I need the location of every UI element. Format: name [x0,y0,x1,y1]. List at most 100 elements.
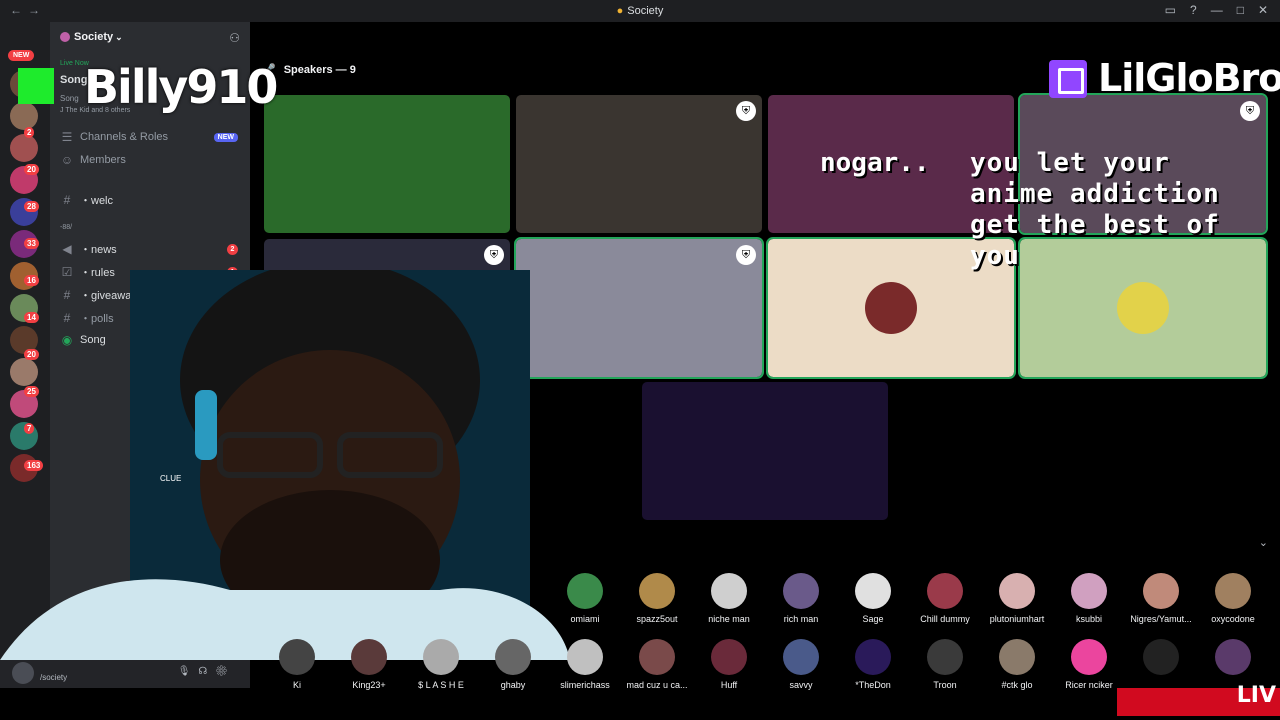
chevron-down-icon: ⌄ [115,32,123,42]
audience-name: *TheDon [855,680,891,690]
audience-member[interactable]: Ki [261,639,333,690]
user-panel: /society 🎙☊⚙ [0,660,250,688]
speaker-tile-1[interactable] [264,95,510,233]
channel-news[interactable]: ◀ ・news [60,241,116,257]
speaker-tile-9[interactable] [642,382,888,520]
window-controls: ▭ ? — □ ✕ [1165,3,1268,17]
webcam-image [0,260,570,660]
audience-name: Troon [933,680,957,690]
settings-gear-icon[interactable]: ⚙ [215,666,236,677]
help-icon[interactable]: ? [1190,3,1197,17]
audience-member[interactable]: #ctk glo [981,639,1053,690]
server-name-header[interactable]: Society ⌄ [60,31,123,43]
audience-avatar [1071,639,1107,675]
audience-name: Ki [292,680,301,690]
audience-avatar [639,639,675,675]
audience-avatar [1143,639,1179,675]
audience-avatar [279,639,315,675]
audience-avatar [999,573,1035,609]
channels-roles-item[interactable]: ☰ Channels & Roles [60,130,168,144]
speaker-tile-2[interactable]: ⛨ [516,95,762,233]
audience-member[interactable]: niche man [693,573,765,624]
audience-member[interactable]: slimerichass [549,639,621,690]
new-pill[interactable]: NEW [8,50,35,61]
audience-avatar [567,573,603,609]
audience-member[interactable]: *TheDon [837,639,909,690]
audience-member[interactable]: plutoniumhart [981,573,1053,624]
audience-member[interactable]: ksubbi [1053,573,1125,624]
audience-name: Ricer nciker [1065,680,1113,690]
channels-roles-icon: ☰ [61,130,73,144]
audience-avatar [783,639,819,675]
audience-member[interactable]: Huff [693,639,765,690]
window-title: ● Society [0,5,1280,17]
channel-welc[interactable]: # ・welc [60,192,113,208]
moderator-shield-icon: ⛨ [736,245,756,265]
audience-avatar [495,639,531,675]
audience-member[interactable]: savvy [765,639,837,690]
live-channel-subtitle: Song [60,94,79,103]
audience-avatar [711,573,747,609]
audience-name: savvy [789,680,813,690]
moderator-shield-icon: ⛨ [736,101,756,121]
window-title-text: Society [627,5,664,17]
audience-member[interactable]: Chill dummy [909,573,981,624]
server-icon[interactable] [10,102,38,130]
mic-icon[interactable]: 🎙 [178,666,199,677]
members-item[interactable]: ☺ Members [60,153,126,167]
audience-avatar [711,639,747,675]
billy-name-overlay: Billy910 [84,60,278,114]
audience-member[interactable]: Troon [909,639,981,690]
server-badge: 33 [24,238,39,249]
audience-avatar [1143,573,1179,609]
category-header: -88/ [60,224,73,231]
audience-member[interactable]: oxycodone [1197,573,1269,624]
moderator-shield-icon: ⛨ [484,245,504,265]
audience-member[interactable]: Sage [837,573,909,624]
audience-member[interactable]: omiami [549,573,621,624]
billy-logo-icon [18,68,54,104]
audience-member[interactable]: mad cuz u ca... [621,639,693,690]
audience-avatar [567,639,603,675]
audience-name: ksubbi [1075,614,1102,624]
audience-member[interactable]: ghaby [477,639,549,690]
audience-member[interactable]: Nigres/Yamut... [1125,573,1197,624]
audience-member[interactable]: rich man [765,573,837,624]
live-banner: LIV [1117,685,1280,716]
audience-name: $ L A S H E [418,680,464,690]
streamer-webcam: CLUE [0,260,570,660]
audience-name: spazz5out [636,614,678,624]
speakers-label: Speakers — 9 [283,63,356,76]
server-icon[interactable] [10,134,38,162]
audience-member[interactable]: King23+ [333,639,405,690]
minimize-button[interactable]: — [1211,3,1223,17]
inbox-icon[interactable]: ▭ [1165,3,1176,17]
user-avatar[interactable] [12,662,34,684]
audience-member[interactable] [1125,639,1197,680]
megaphone-icon: ◀ [62,242,72,256]
invite-user-icon[interactable]: ⚇ [229,31,240,45]
user-controls: 🎙☊⚙ [178,666,236,677]
audience-avatar [927,639,963,675]
maximize-button[interactable]: □ [1237,3,1244,17]
chevron-down-icon[interactable]: ⌄ [1259,536,1268,549]
audience-name: slimerichass [560,680,610,690]
audience-name: King23+ [352,680,386,690]
audience-member[interactable]: $ L A S H E [405,639,477,690]
hash-icon: # [63,193,71,207]
cam-tag: CLUE [160,474,182,483]
audience-member[interactable]: spazz5out [621,573,693,624]
audience-avatar [1215,639,1251,675]
audience-member[interactable]: Ricer nciker [1053,639,1125,690]
headset-icon[interactable]: ☊ [198,666,215,677]
audience-name: plutoniumhart [989,614,1045,624]
audience-name: oxycodone [1211,614,1255,624]
audience-avatar [423,639,459,675]
audience-name: mad cuz u ca... [626,680,688,690]
close-button[interactable]: ✕ [1258,3,1268,17]
audience-name: #ctk glo [1001,680,1033,690]
audience-name: Huff [720,680,738,690]
twitch-name-overlay: LilGloBro [1098,56,1280,100]
moderator-shield-icon: ⛨ [1240,101,1260,121]
audience-member[interactable] [1197,639,1269,680]
